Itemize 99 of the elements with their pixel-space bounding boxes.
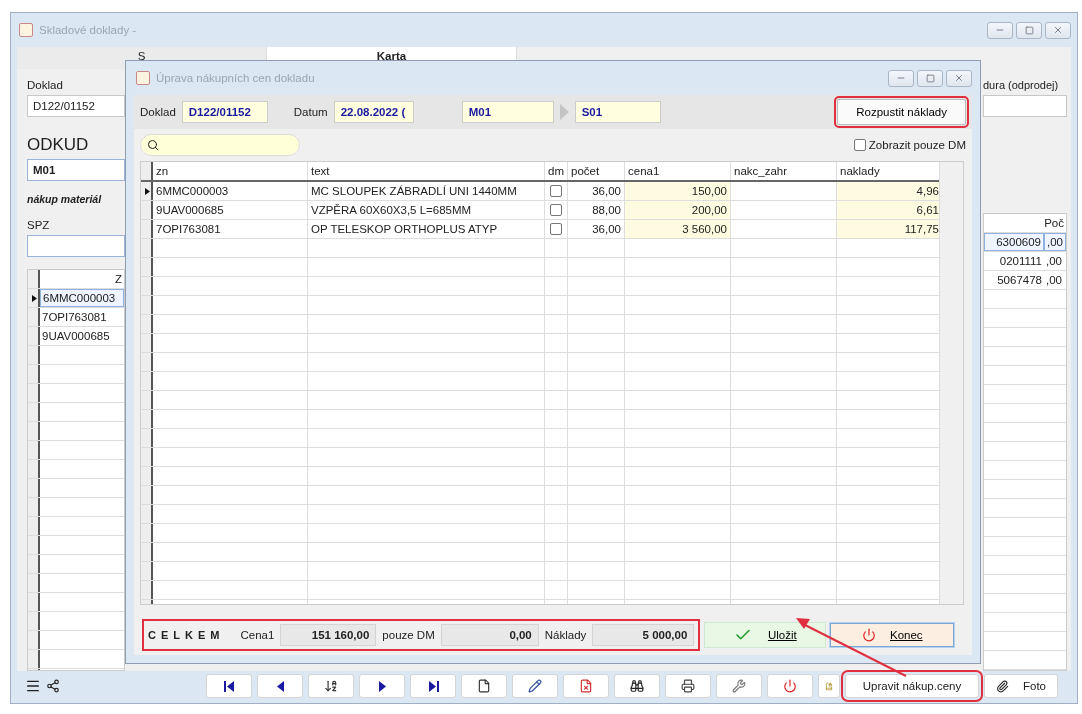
table-cell[interactable]: 7OPI763081 xyxy=(40,308,124,326)
skip-first-icon xyxy=(223,680,235,692)
field-label: dura (odprodej) xyxy=(983,79,1060,91)
section-heading: ODKUD xyxy=(27,135,90,155)
sort-icon xyxy=(324,679,338,693)
row-pointer-icon xyxy=(31,294,37,302)
table-cell: VZPĚRA 60X60X3,5 L=685MM xyxy=(308,201,545,219)
skip-last-icon xyxy=(427,680,439,692)
close-icon xyxy=(954,73,964,83)
date-field[interactable]: 22.08.2022 ( xyxy=(333,101,414,123)
total-field: 0,00 xyxy=(440,624,539,646)
maximize-icon xyxy=(1024,25,1034,35)
binoculars-icon xyxy=(630,679,644,693)
arrow-right-icon xyxy=(559,104,569,120)
toolbar-button[interactable] xyxy=(359,674,405,698)
document-icon xyxy=(477,679,491,693)
share-icon[interactable] xyxy=(46,679,60,693)
close-button[interactable] xyxy=(946,69,972,87)
table-cell[interactable]: 6,61 xyxy=(837,201,939,219)
field-label: Náklady xyxy=(544,629,587,641)
table-cell: 6MMC000003 xyxy=(153,182,308,200)
toolbar-button[interactable] xyxy=(665,674,711,698)
app-icon xyxy=(136,71,150,85)
save-button[interactable]: Uložit xyxy=(704,622,827,648)
table-cell: MC SLOUPEK ZÁBRADLÍ UNI 1440MM xyxy=(308,182,545,200)
table-cell[interactable]: 6MMC000003 xyxy=(40,289,124,307)
column-header: nakc_zahr xyxy=(731,162,837,180)
column-header: cena1 xyxy=(625,162,731,180)
table-cell[interactable]: 3 560,00 xyxy=(625,220,731,238)
toolbar-button[interactable] xyxy=(614,674,660,698)
end-button[interactable]: Konec xyxy=(830,623,955,647)
table-cell[interactable]: 4,96 xyxy=(837,182,939,200)
spz-field[interactable] xyxy=(27,235,125,257)
toolbar-button[interactable] xyxy=(410,674,456,698)
paperclip-icon xyxy=(996,679,1009,693)
table-cell: 9UAV000685 xyxy=(153,201,308,219)
column-header: zn xyxy=(153,162,308,180)
field-label: SPZ xyxy=(27,219,51,231)
field-label: Datum xyxy=(293,106,328,118)
dialog-title: Úprava nákupních cen dokladu xyxy=(156,72,315,84)
toolbar-button[interactable] xyxy=(461,674,507,698)
search-icon xyxy=(147,139,159,151)
table-cell[interactable]: 150,00 xyxy=(625,182,731,200)
column-header: Poč xyxy=(1044,216,1065,231)
close-button[interactable] xyxy=(1045,21,1071,39)
table-cell: ,00 xyxy=(1044,233,1066,251)
table-cell[interactable]: 9UAV000685 xyxy=(40,327,124,345)
maximize-icon xyxy=(925,73,935,83)
table-cell-text: 0201111 xyxy=(998,254,1043,269)
printer-icon xyxy=(681,679,695,693)
dm-only-checkbox[interactable]: Zobrazit pouze DM xyxy=(853,139,966,151)
checkbox[interactable] xyxy=(550,185,562,197)
total-field: 5 000,00 xyxy=(592,624,695,646)
total-field: 151 160,00 xyxy=(280,624,377,646)
to-field[interactable]: S01 xyxy=(574,101,661,123)
column-header: Z xyxy=(113,272,123,287)
table-cell: OP TELESKOP ORTHOPLUS ATYP xyxy=(308,220,545,238)
wrench-icon xyxy=(732,679,746,693)
from-field[interactable]: M01 xyxy=(461,101,554,123)
odkud-field[interactable]: M01 xyxy=(27,159,125,181)
field-label: pouze DM xyxy=(382,629,435,641)
close-icon xyxy=(1053,25,1063,35)
arrow-left-icon xyxy=(275,680,285,692)
menu-icon[interactable] xyxy=(25,678,41,694)
toolbar-button[interactable] xyxy=(512,674,558,698)
doklad-field[interactable]: D122/01152 xyxy=(181,101,268,123)
field-label: Doklad xyxy=(27,79,64,91)
column-header: počet xyxy=(568,162,625,180)
table-cell-text: 5067478 xyxy=(996,273,1043,288)
table-cell[interactable]: 117,75 xyxy=(837,220,939,238)
delete-icon xyxy=(579,679,593,693)
field-label: Doklad xyxy=(140,106,176,118)
window-title: Skladové doklady - xyxy=(39,24,137,36)
checkbox[interactable] xyxy=(550,223,562,235)
search-field[interactable] xyxy=(140,134,300,156)
field-label: Cena1 xyxy=(240,629,275,641)
text-field[interactable] xyxy=(983,95,1067,117)
checkbox[interactable] xyxy=(550,204,562,216)
table-cell-text: ,00 xyxy=(1045,254,1063,269)
toolbar-button[interactable] xyxy=(308,674,354,698)
app-icon xyxy=(19,23,33,37)
note-text: nákup materiál xyxy=(27,193,103,205)
power-icon xyxy=(783,679,797,693)
toolbar-button[interactable] xyxy=(257,674,303,698)
arrow-right-icon xyxy=(377,680,387,692)
row-pointer-icon xyxy=(144,187,150,195)
pencil-icon xyxy=(528,679,542,693)
column-header: dm xyxy=(545,162,568,180)
foto-button[interactable]: Foto xyxy=(984,674,1058,698)
table-cell[interactable]: 200,00 xyxy=(625,201,731,219)
table-cell: 7OPI763081 xyxy=(153,220,308,238)
table-cell-text: ,00 xyxy=(1045,273,1063,288)
table-cell: 6300609 xyxy=(984,233,1044,251)
toolbar-button[interactable] xyxy=(206,674,252,698)
power-icon xyxy=(862,628,876,642)
totals-title: CELKEM xyxy=(148,629,225,641)
doklad-field[interactable]: D122/01152 xyxy=(27,95,125,117)
column-header: text xyxy=(308,162,545,180)
dissolve-costs-button[interactable]: Rozpustit náklady xyxy=(837,99,966,125)
